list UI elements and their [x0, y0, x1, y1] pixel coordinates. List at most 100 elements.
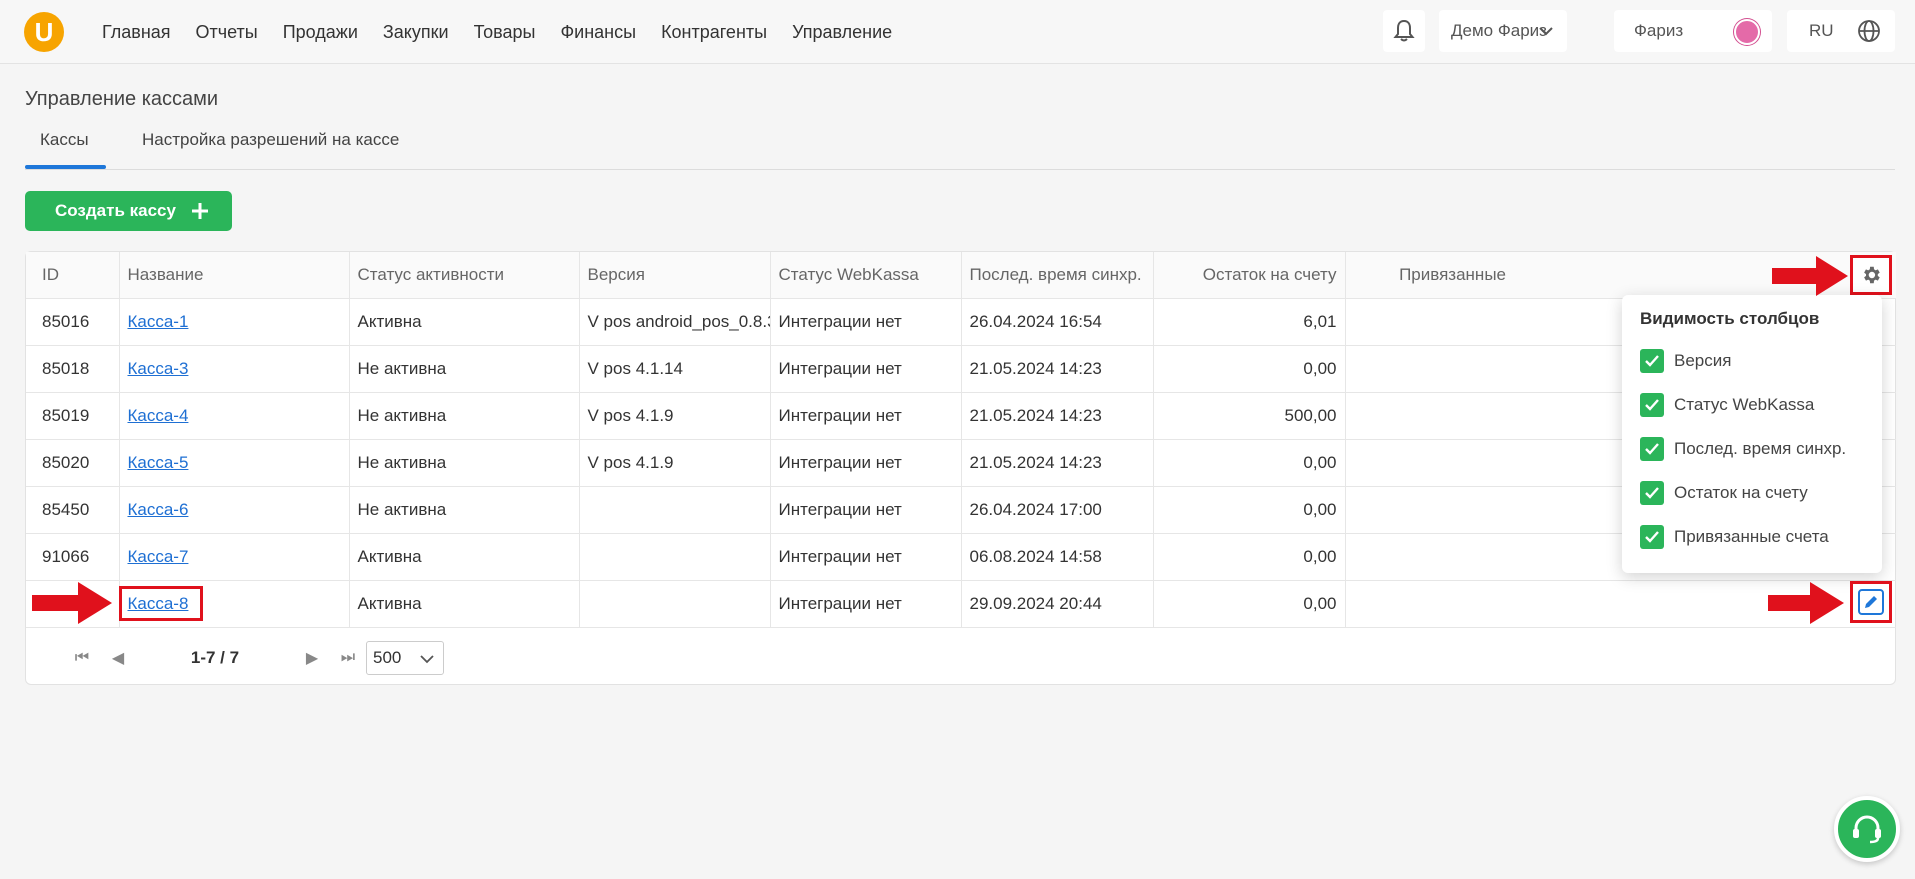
plus-icon: [191, 203, 208, 219]
cell-webkassa: Интеграции нет: [770, 298, 962, 346]
nav-reports[interactable]: Отчеты: [196, 22, 258, 43]
cell-balance: 0,00: [1153, 345, 1346, 393]
first-page-icon[interactable]: ⏮: [64, 649, 100, 667]
support-chat-button[interactable]: [1834, 796, 1900, 862]
cashbox-link[interactable]: Касса-6: [128, 500, 189, 519]
cell-last-sync: 21.05.2024 14:23: [961, 345, 1154, 393]
column-option-balance[interactable]: Остаток на счету: [1640, 471, 1864, 515]
cell-webkassa: Интеграции нет: [770, 486, 962, 534]
logo[interactable]: U: [24, 12, 64, 52]
cell-version: V pos 4.1.9: [579, 392, 771, 440]
column-option-version[interactable]: Версия: [1640, 339, 1864, 383]
tab-permissions[interactable]: Настройка разрешений на кассе: [142, 130, 399, 150]
cell-name: Касса-6: [119, 486, 350, 534]
column-option-label: Статус WebKassa: [1674, 395, 1815, 414]
cell-version: V pos 4.1.14: [579, 345, 771, 393]
col-header-id[interactable]: ID: [26, 252, 120, 299]
cell-webkassa: Интеграции нет: [770, 392, 962, 440]
page-size-select[interactable]: 500: [366, 641, 444, 675]
user-menu[interactable]: Фариз: [1614, 10, 1772, 52]
create-cashbox-button[interactable]: Создать кассу: [25, 191, 232, 231]
create-cashbox-label: Создать кассу: [55, 201, 176, 220]
table-row: 85019 Касса-4 Не активна V pos 4.1.9 Инт…: [26, 392, 1896, 440]
cell-last-sync: 06.08.2024 14:58: [961, 533, 1154, 581]
col-header-balance[interactable]: Остаток на счету: [1153, 252, 1346, 299]
cashbox-link[interactable]: Касса-7: [128, 547, 189, 566]
pencil-icon: [1865, 596, 1877, 608]
checkbox[interactable]: [1640, 437, 1664, 461]
check-icon: [1645, 355, 1659, 367]
last-page-icon[interactable]: ⏭: [330, 649, 366, 667]
highlight-box: [119, 586, 203, 621]
user-name: Фариз: [1634, 21, 1684, 40]
cell-id: 85019: [26, 392, 120, 440]
cell-version: [579, 580, 771, 628]
column-option-linked-accounts[interactable]: Привязанные счета: [1640, 515, 1864, 559]
cell-version: V pos android_pos_0.8.3: [579, 298, 771, 346]
table-row: 85018 Касса-3 Не активна V pos 4.1.14 Ин…: [26, 345, 1896, 393]
check-icon: [1645, 487, 1659, 499]
edit-button[interactable]: [1850, 581, 1892, 623]
nav-home[interactable]: Главная: [102, 22, 171, 43]
cashbox-link[interactable]: Касса-1: [128, 312, 189, 331]
language-code: RU: [1809, 21, 1834, 40]
col-header-version[interactable]: Версия: [579, 252, 771, 299]
main-nav: Главная Отчеты Продажи Закупки Товары Фи…: [102, 0, 892, 64]
company-selector[interactable]: Демо Фариз: [1439, 10, 1567, 52]
checkbox[interactable]: [1640, 481, 1664, 505]
prev-page-icon[interactable]: ◀: [100, 648, 136, 668]
cashbox-link[interactable]: Касса-5: [128, 453, 189, 472]
cashbox-link[interactable]: Касса-4: [128, 406, 189, 425]
column-settings-button[interactable]: [1850, 255, 1892, 295]
company-name: Демо Фариз: [1451, 21, 1547, 40]
checkbox[interactable]: [1640, 525, 1664, 549]
nav-finance[interactable]: Финансы: [560, 22, 636, 43]
col-header-last-sync[interactable]: Послед. время синхр.: [961, 252, 1154, 299]
column-option-label: Привязанные счета: [1674, 527, 1829, 546]
checkbox[interactable]: [1640, 393, 1664, 417]
table-row: 91066 Касса-7 Активна Интеграции нет 06.…: [26, 533, 1896, 581]
top-navigation-bar: U Главная Отчеты Продажи Закупки Товары …: [0, 0, 1915, 64]
active-tab-indicator: [25, 165, 106, 169]
cell-id: 91066: [26, 533, 120, 581]
table-header-row: ID Название Статус активности Версия Ста…: [26, 252, 1896, 299]
column-option-last-sync[interactable]: Послед. время синхр.: [1640, 427, 1864, 471]
cell-status: Активна: [349, 298, 580, 346]
column-option-webkassa[interactable]: Статус WebKassa: [1640, 383, 1864, 427]
checkbox[interactable]: [1640, 349, 1664, 373]
cell-name: Касса-5: [119, 439, 350, 487]
gear-icon: [1864, 266, 1880, 284]
cell-last-sync: 26.04.2024 17:00: [961, 486, 1154, 534]
column-option-label: Остаток на счету: [1674, 483, 1808, 502]
table-row: Касса-8 Активна Интеграции нет 29.09.202…: [26, 580, 1896, 628]
next-page-icon[interactable]: ▶: [294, 648, 330, 668]
cell-balance: 0,00: [1153, 486, 1346, 534]
table-row: 85450 Касса-6 Не активна Интеграции нет …: [26, 486, 1896, 534]
language-selector[interactable]: RU: [1787, 10, 1895, 52]
col-header-name[interactable]: Название: [119, 252, 350, 299]
notifications-button[interactable]: [1383, 10, 1425, 52]
bell-icon: [1393, 19, 1415, 42]
nav-sales[interactable]: Продажи: [283, 22, 358, 43]
arrow-right-icon: [1772, 256, 1848, 296]
cell-status: Не активна: [349, 486, 580, 534]
col-header-status[interactable]: Статус активности: [349, 252, 580, 299]
cell-webkassa: Интеграции нет: [770, 580, 962, 628]
table-row: 85020 Касса-5 Не активна V pos 4.1.9 Инт…: [26, 439, 1896, 487]
nav-management[interactable]: Управление: [792, 22, 892, 43]
edit-icon-frame: [1858, 589, 1884, 615]
column-visibility-menu: Видимость столбцов Версия Статус WebKass…: [1622, 295, 1882, 573]
cell-name: Касса-3: [119, 345, 350, 393]
check-icon: [1645, 531, 1659, 543]
cell-webkassa: Интеграции нет: [770, 345, 962, 393]
nav-counterparties[interactable]: Контрагенты: [661, 22, 767, 43]
cashbox-link[interactable]: Касса-3: [128, 359, 189, 378]
col-header-webkassa[interactable]: Статус WebKassa: [770, 252, 962, 299]
nav-products[interactable]: Товары: [474, 22, 536, 43]
cell-status: Активна: [349, 533, 580, 581]
chevron-down-icon: [420, 655, 434, 664]
nav-purchases[interactable]: Закупки: [383, 22, 449, 43]
cell-version: V pos 4.1.9: [579, 439, 771, 487]
cell-id: 85016: [26, 298, 120, 346]
tab-cashboxes[interactable]: Кассы: [40, 130, 89, 150]
